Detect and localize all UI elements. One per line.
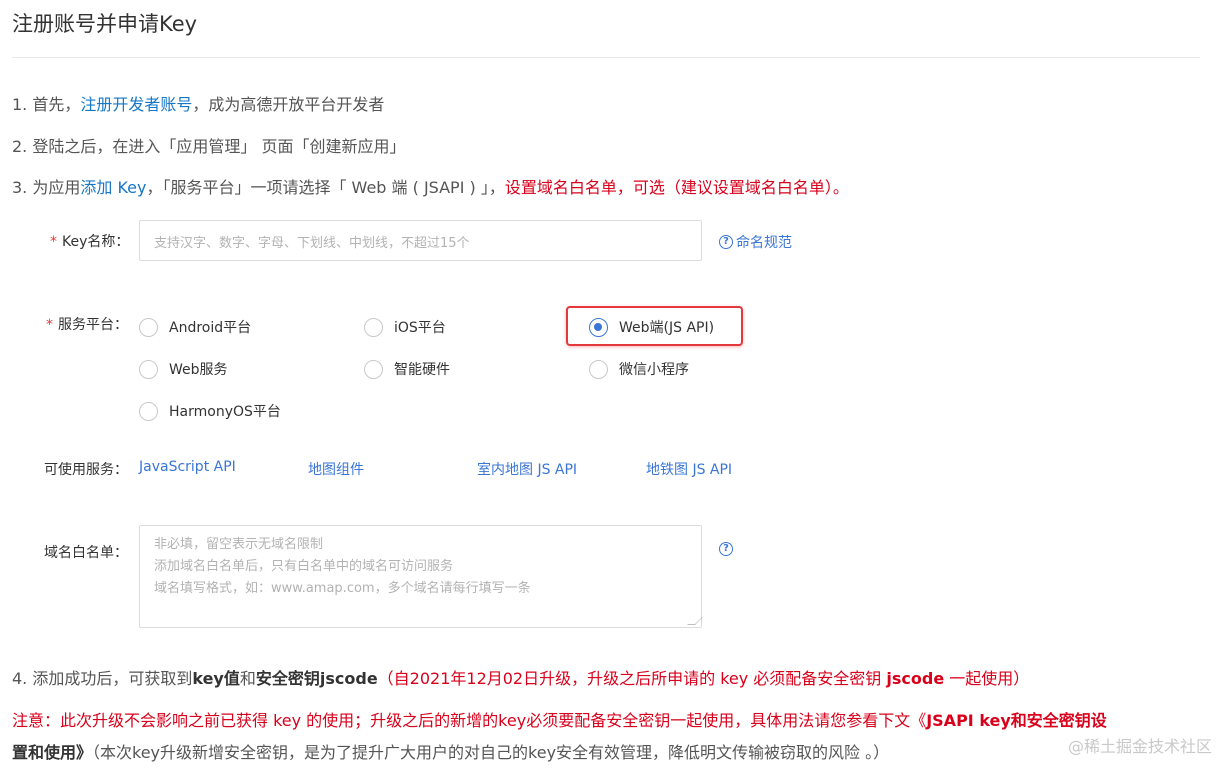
doc-reference-link-cont[interactable]: 置和使用》 xyxy=(12,743,92,762)
upgrade-note-line-1: 注意：此次升级不会影响之前已获得 key 的使用；升级之后的新增的key必须要配… xyxy=(12,707,1107,731)
domain-whitelist-textarea[interactable]: 非必填，留空表示无域名限制 添加域名白名单后，只有白名单中的域名可访问服务 域名… xyxy=(139,525,703,628)
step-4-red-pre: （自2021年12月02日升级，升级之后所申请的 key 必须配备安全密钥 xyxy=(377,669,887,688)
step-2: 2. 登陆之后，在进入「应用管理」 页面「创建新应用」 xyxy=(12,137,406,156)
radio-label: HarmonyOS平台 xyxy=(169,404,281,420)
naming-rules-text: 命名规范 xyxy=(736,235,792,251)
naming-rules-help[interactable]: ? 命名规范 xyxy=(719,232,792,252)
radio-circle xyxy=(364,317,383,337)
key-name-label: * Key名称： xyxy=(50,231,129,251)
required-mark: * xyxy=(50,234,57,250)
service-map-component[interactable]: 地图组件 xyxy=(308,459,364,479)
service-platform-label-text: 服务平台： xyxy=(58,317,128,333)
radio-label: 微信小程序 xyxy=(619,362,689,378)
radio-android[interactable]: Android平台 xyxy=(139,317,251,337)
step-3: 3. 为应用添加 Key，「服务平台」一项请选择「 Web 端 ( JSAPI … xyxy=(12,174,849,198)
step-4-prefix: 4. 添加成功后，可获取到 xyxy=(12,669,193,688)
page-title: 注册账号并申请Key xyxy=(12,12,198,36)
key-value-text: key值 xyxy=(192,669,240,688)
step-3-domain-note: 设置域名白名单，可选（建议设置域名白名单）。 xyxy=(504,178,849,197)
placeholder-line: 添加域名白名单后，只有白名单中的域名可访问服务 xyxy=(154,559,454,574)
radio-circle xyxy=(139,359,158,379)
radio-ios[interactable]: iOS平台 xyxy=(364,317,446,337)
security-jscode-text: 安全密钥jscode xyxy=(255,669,378,688)
domain-help[interactable]: ? xyxy=(719,542,736,556)
radio-label: Web服务 xyxy=(169,362,228,378)
radio-circle xyxy=(139,401,158,421)
step-1-prefix: 1. 首先， xyxy=(12,95,81,114)
radio-label: iOS平台 xyxy=(394,320,446,336)
question-circle-icon: ? xyxy=(719,235,733,249)
step-4-and: 和 xyxy=(239,669,256,688)
doc-reference-link[interactable]: JSAPI key和安全密钥设 xyxy=(926,711,1107,730)
jscode-red-bold: jscode xyxy=(886,669,945,688)
question-circle-icon: ? xyxy=(719,542,733,556)
add-key-link[interactable]: 添加 Key xyxy=(80,178,146,197)
step-1-suffix: ，成为高德开放平台开发者 xyxy=(192,95,385,114)
upgrade-note-text: 注意：此次升级不会影响之前已获得 key 的使用；升级之后的新增的key必须要配… xyxy=(12,711,927,730)
step-4: 4. 添加成功后，可获取到key值和安全密钥jscode（自2021年12月02… xyxy=(12,665,1029,689)
title-divider xyxy=(12,57,1200,58)
radio-label: Android平台 xyxy=(169,320,252,336)
upgrade-note-line-2: 置和使用》（本次key升级新增安全密钥，是为了提升广大用户的对自己的key安全有… xyxy=(12,739,889,763)
key-name-label-text: Key名称： xyxy=(62,234,130,250)
radio-smart-hardware[interactable]: 智能硬件 xyxy=(364,359,450,379)
step-1: 1. 首先，注册开发者账号，成为高德开放平台开发者 xyxy=(12,91,384,115)
step-4-red-post: 一起使用） xyxy=(944,669,1030,688)
step-3-prefix: 3. 为应用 xyxy=(12,178,81,197)
domain-whitelist-label: 域名白名单： xyxy=(44,545,128,561)
step-3-middle: ，「服务平台」一项请选择「 Web 端 ( JSAPI ) 」， xyxy=(146,178,505,197)
upgrade-note-explanation: （本次key升级新增安全密钥，是为了提升广大用户的对自己的key安全有效管理，降… xyxy=(92,743,890,762)
radio-circle xyxy=(589,359,608,379)
service-javascript-api[interactable]: JavaScript API xyxy=(139,459,236,475)
highlight-annotation-box xyxy=(566,306,743,346)
placeholder-line: 非必填，留空表示无域名限制 xyxy=(154,537,324,552)
radio-circle xyxy=(364,359,383,379)
radio-harmonyos[interactable]: HarmonyOS平台 xyxy=(139,401,281,421)
radio-wechat-miniprogram[interactable]: 微信小程序 xyxy=(589,359,689,379)
radio-label: 智能硬件 xyxy=(394,362,450,378)
placeholder-line: 域名填写格式，如：www.amap.com，多个域名请每行填写一条 xyxy=(154,581,531,596)
radio-circle xyxy=(139,317,158,337)
available-services-label: 可使用服务： xyxy=(44,462,128,478)
key-name-input[interactable]: 支持汉字、数字、字母、下划线、中划线，不超过15个 xyxy=(139,220,702,261)
watermark: @稀土掘金技术社区 xyxy=(1067,737,1212,756)
resize-grip-icon[interactable] xyxy=(687,617,703,625)
service-platform-label: * 服务平台： xyxy=(46,314,128,334)
required-mark: * xyxy=(46,317,53,333)
register-developer-link[interactable]: 注册开发者账号 xyxy=(80,95,192,114)
service-subway-map[interactable]: 地铁图 JS API xyxy=(646,459,732,479)
radio-web-service[interactable]: Web服务 xyxy=(139,359,228,379)
service-indoor-map[interactable]: 室内地图 JS API xyxy=(477,459,577,479)
